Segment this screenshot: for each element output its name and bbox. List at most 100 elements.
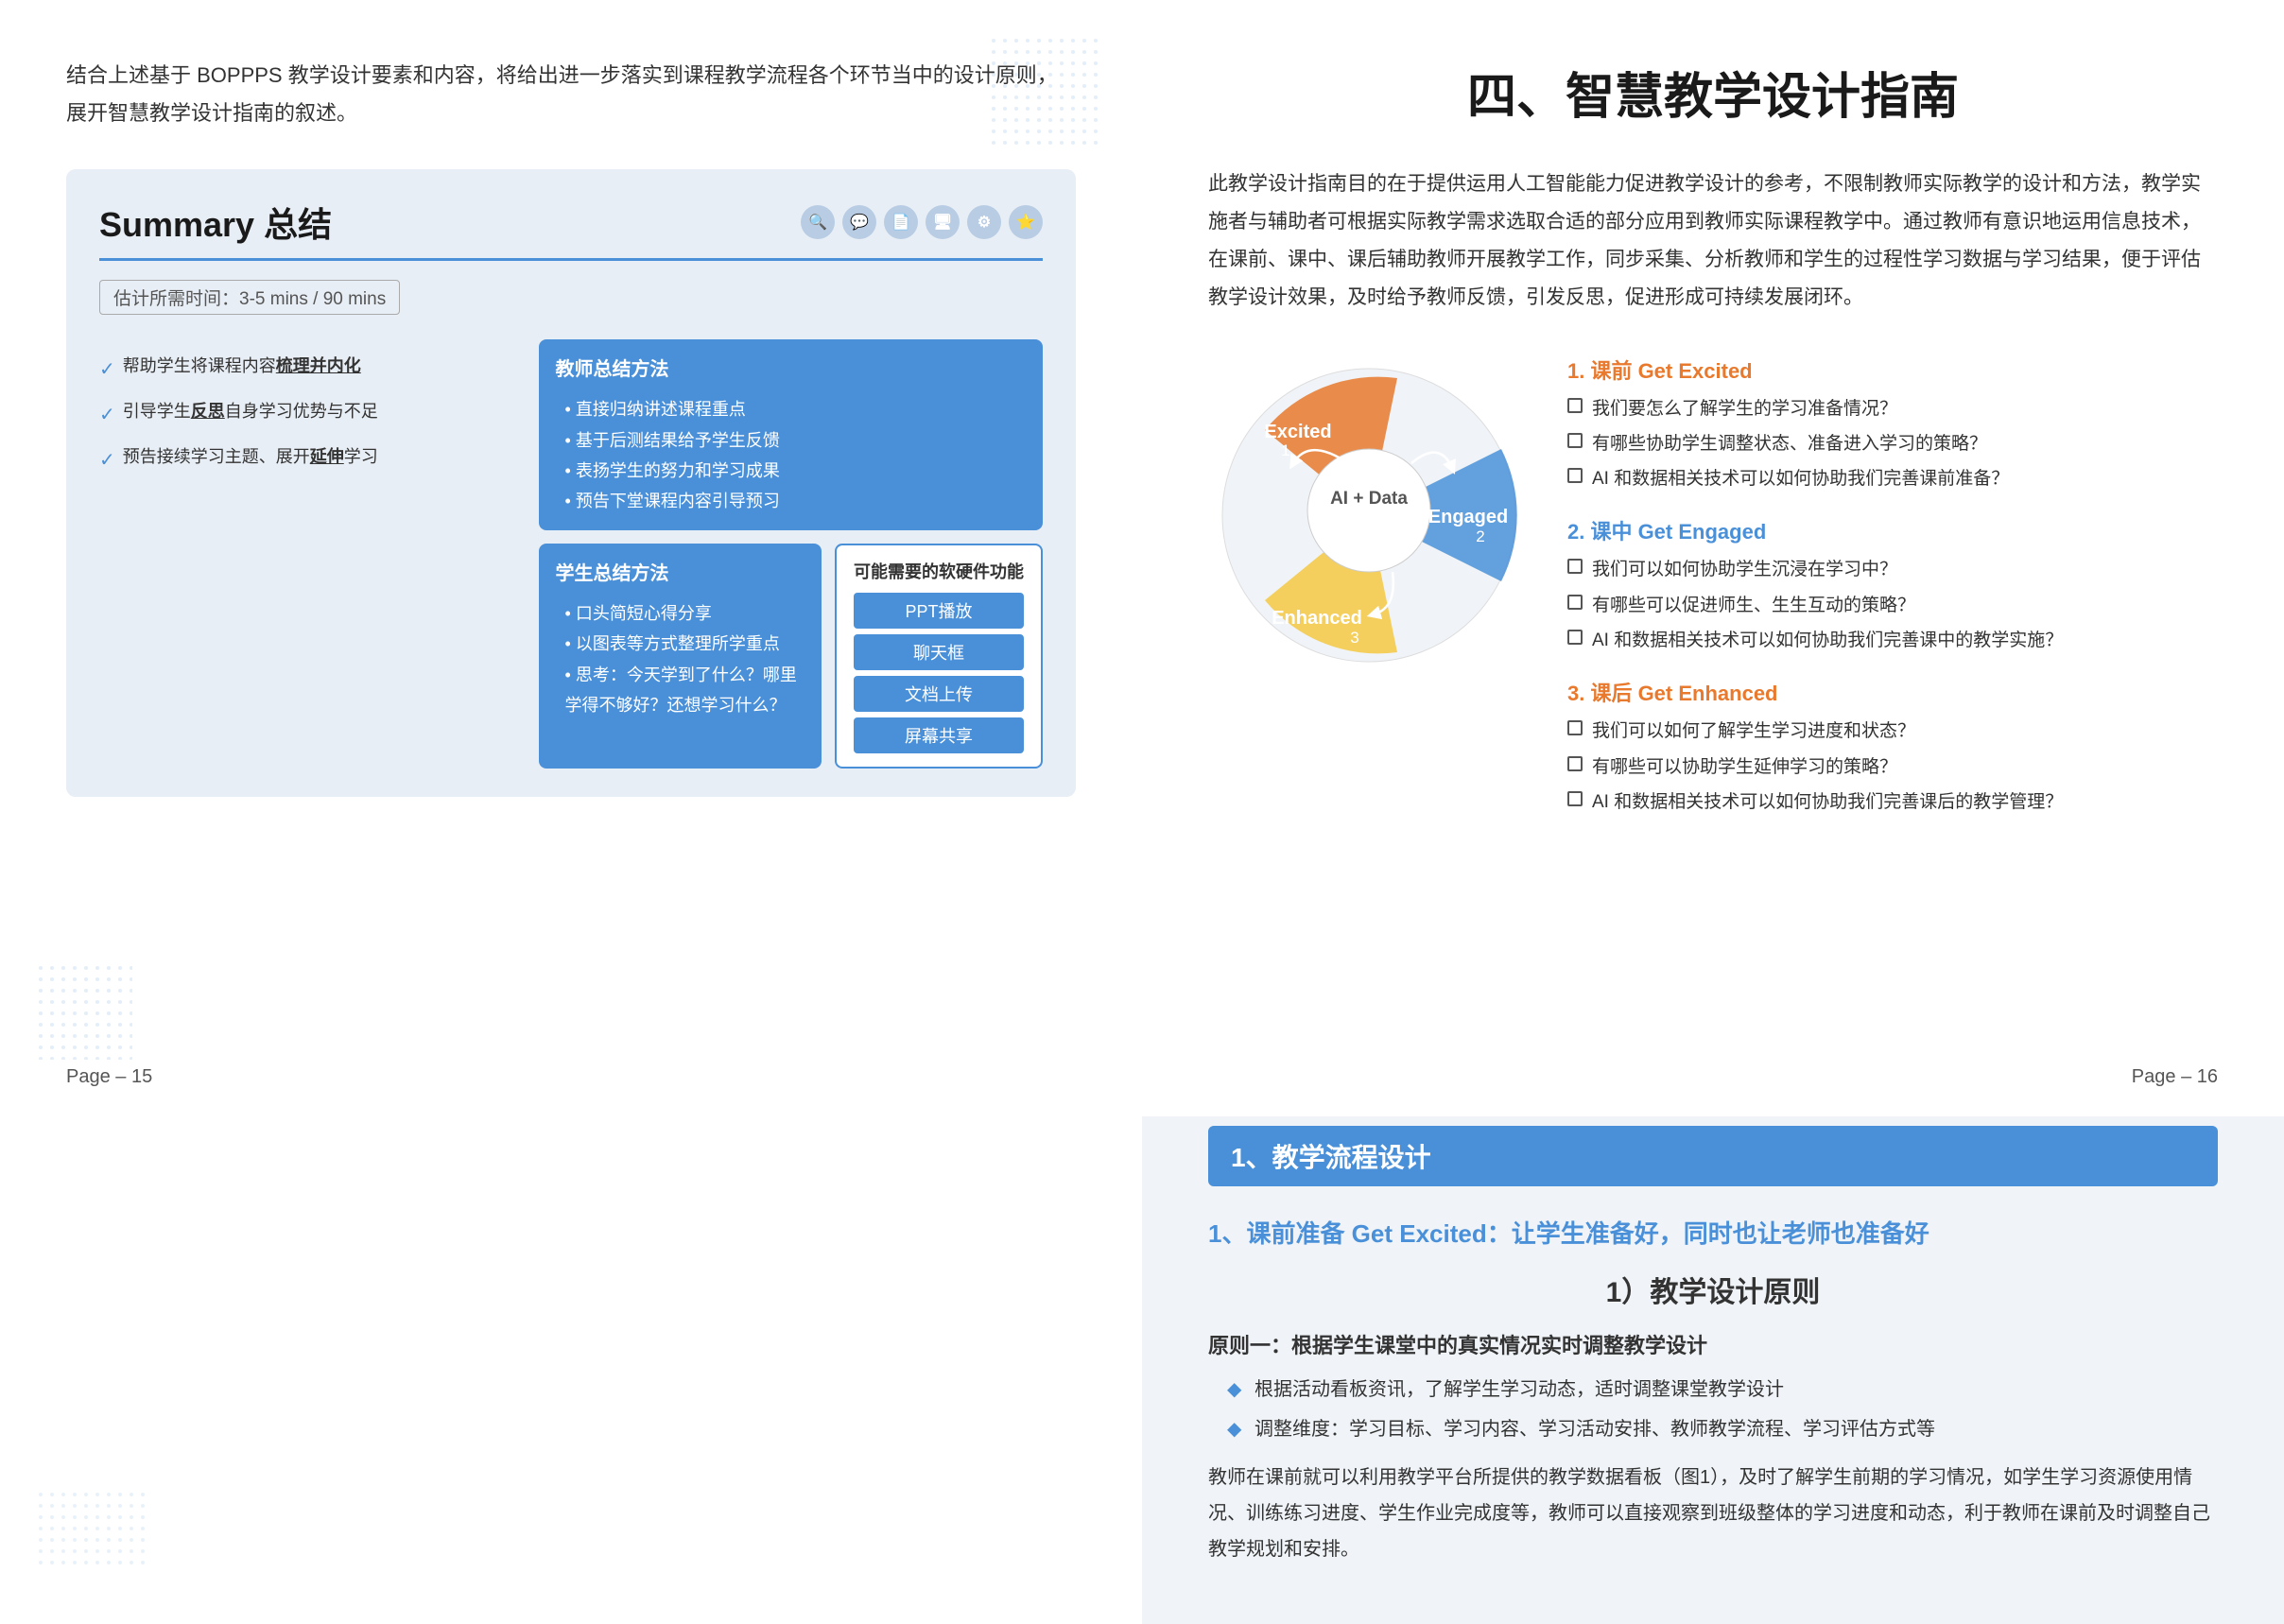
svg-text:Enhanced: Enhanced xyxy=(1272,608,1362,629)
software-items: PPT播放 聊天框 文档上传 屏幕共享 xyxy=(854,593,1024,753)
page-number-15: Page – 15 xyxy=(66,1066,152,1088)
check-item-1: ✓ 帮助学生将课程内容梳理并内化 xyxy=(99,349,520,389)
teacher-item-3: 表扬学生的努力和学习成果 xyxy=(565,456,1026,486)
teacher-item-2: 基于后测结果给予学生反馈 xyxy=(565,425,1026,456)
page-number-16: Page – 16 xyxy=(2132,1066,2218,1088)
section-header: 1、教学流程设计 xyxy=(1208,1126,2218,1186)
principle-title-1: 原则一：根据学生课堂中的真实情况实时调整教学设计 xyxy=(1208,1329,2218,1359)
legend-text-1-3: AI 和数据相关技术可以如何协助我们完善课前准备？ xyxy=(1592,464,2009,494)
legend-text-2-3: AI 和数据相关技术可以如何协助我们完善课中的教学实施？ xyxy=(1592,626,2063,656)
dot-pattern-top xyxy=(991,38,1104,151)
legend-section-3: 3. 课后 Get Enhanced 我们可以如何了解学生学习进度和状态？ 有哪… xyxy=(1567,677,2218,818)
checkbox-2-2 xyxy=(1567,595,1583,610)
check-text-2: 引导学生反思自身学习优势与不足 xyxy=(123,394,378,428)
bottom-left xyxy=(0,1116,1142,1624)
bottom-right-section: 1、教学流程设计 1、课前准备 Get Excited：让学生准备好，同时也让老… xyxy=(1142,1116,2284,1624)
subsection-label: 1、课前准备 Get Excited：让学生准备好，同时也让老师也准备好 xyxy=(1208,1219,1929,1248)
checkbox-3-2 xyxy=(1567,756,1583,771)
software-title: 可能需要的软硬件功能 xyxy=(854,559,1024,583)
software-chat: 聊天框 xyxy=(854,634,1024,670)
diagram-svg: Excited 1 Engaged 2 Enhanced 3 AI + Data xyxy=(1208,354,1530,676)
legend-title-3: 3. 课后 Get Enhanced xyxy=(1567,677,2218,707)
legend-text-2-1: 我们可以如何协助学生沉浸在学习中？ xyxy=(1592,555,1897,585)
svg-text:AI + Data: AI + Data xyxy=(1330,489,1408,509)
icon-star: ⭐ xyxy=(1009,205,1043,239)
principle-point-2-text: 调整维度：学习目标、学习内容、学习活动安排、教师教学流程、学习评估方式等 xyxy=(1254,1419,1935,1440)
svg-text:3: 3 xyxy=(1350,629,1358,647)
check-text-1: 帮助学生将课程内容梳理并内化 xyxy=(123,349,361,383)
summary-title-text: Summary 总结 xyxy=(99,198,332,247)
legend-section-2: 2. 课中 Get Engaged 我们可以如何协助学生沉浸在学习中？ 有哪些可… xyxy=(1567,515,2218,656)
page-15: 结合上述基于 BOPPPS 教学设计要素和内容，将给出进一步落实到课程教学流程各… xyxy=(0,0,1142,1116)
svg-text:2: 2 xyxy=(1476,527,1484,545)
legend-title-2: 2. 课中 Get Engaged xyxy=(1567,515,2218,545)
teacher-method-list: 直接归纳讲述课程重点 基于后测结果给予学生反馈 表扬学生的努力和学习成果 预告下… xyxy=(556,394,1026,517)
legend-title-1: 1. 课前 Get Excited xyxy=(1567,354,2218,385)
icon-chat: 💬 xyxy=(842,205,876,239)
centered-subtitle: 1）教学设计原则 xyxy=(1208,1269,2218,1310)
summary-content: ✓ 帮助学生将课程内容梳理并内化 ✓ 引导学生反思自身学习优势与不足 ✓ 预告接… xyxy=(99,339,1043,769)
right-intro-text: 此教学设计指南目的在于提供运用人工智能能力促进教学设计的参考，不限制教师实际教学… xyxy=(1208,165,2218,317)
legend-item-3-2: 有哪些可以协助学生延伸学习的策略？ xyxy=(1567,752,2218,783)
teacher-method-box: 教师总结方法 直接归纳讲述课程重点 基于后测结果给予学生反馈 表扬学生的努力和学… xyxy=(539,339,1043,530)
principle-point-1: 根据活动看板资讯，了解学生学习动态，适时调整课堂教学设计 xyxy=(1208,1373,2218,1407)
subsection-title: 1、课前准备 Get Excited：让学生准备好，同时也让老师也准备好 xyxy=(1208,1215,2218,1250)
checkbox-3-1 xyxy=(1567,720,1583,735)
page-16: 四、智慧教学设计指南 此教学设计指南目的在于提供运用人工智能能力促进教学设计的参… xyxy=(1142,0,2284,1116)
student-method-list: 口头简短心得分享 以图表等方式整理所学重点 思考：今天学到了什么？哪里学得不够好… xyxy=(556,598,805,721)
student-method-title: 学生总结方法 xyxy=(556,557,805,591)
student-method-box: 学生总结方法 口头简短心得分享 以图表等方式整理所学重点 思考：今天学到了什么？… xyxy=(539,544,822,769)
software-doc: 文档上传 xyxy=(854,676,1024,712)
checkmark-1: ✓ xyxy=(99,351,115,389)
legend-text-1-2: 有哪些协助学生调整状态、准备进入学习的策略？ xyxy=(1592,429,1987,459)
principle-point-1-text: 根据活动看板资讯，了解学生学习动态，适时调整课堂教学设计 xyxy=(1254,1379,1784,1400)
checkbox-1-3 xyxy=(1567,468,1583,483)
checkmark-2: ✓ xyxy=(99,396,115,434)
svg-text:Engaged: Engaged xyxy=(1428,507,1508,527)
summary-box: Summary 总结 🔍 💬 📄 🖥 ⚙ ⭐ 估计所需时间：3-5 mins /… xyxy=(66,169,1076,797)
legend-section-1: 1. 课前 Get Excited 我们要怎么了解学生的学习准备情况？ 有哪些协… xyxy=(1567,354,2218,495)
teacher-item-1: 直接归纳讲述课程重点 xyxy=(565,394,1026,424)
legend-item-1-3: AI 和数据相关技术可以如何协助我们完善课前准备？ xyxy=(1567,464,2218,494)
right-panels: 教师总结方法 直接归纳讲述课程重点 基于后测结果给予学生反馈 表扬学生的努力和学… xyxy=(539,339,1043,769)
right-page-title: 四、智慧教学设计指南 xyxy=(1208,57,2218,128)
software-ppt: PPT播放 xyxy=(854,593,1024,629)
legend-item-2-3: AI 和数据相关技术可以如何协助我们完善课中的教学实施？ xyxy=(1567,626,2218,656)
checkbox-2-1 xyxy=(1567,559,1583,574)
checkbox-1-1 xyxy=(1567,398,1583,413)
circle-diagram: Excited 1 Engaged 2 Enhanced 3 AI + Data xyxy=(1208,354,1530,676)
summary-icons: 🔍 💬 📄 🖥 ⚙ ⭐ xyxy=(801,205,1043,239)
software-box: 可能需要的软硬件功能 PPT播放 聊天框 文档上传 屏幕共享 xyxy=(835,544,1043,769)
teacher-item-4: 预告下堂课程内容引导预习 xyxy=(565,486,1026,516)
diagram-legend: 1. 课前 Get Excited 我们要怎么了解学生的学习准备情况？ 有哪些协… xyxy=(1567,354,2218,839)
legend-item-1-1: 我们要怎么了解学生的学习准备情况？ xyxy=(1567,394,2218,424)
summary-left-panel: ✓ 帮助学生将课程内容梳理并内化 ✓ 引导学生反思自身学习优势与不足 ✓ 预告接… xyxy=(99,339,520,769)
legend-item-3-3: AI 和数据相关技术可以如何协助我们完善课后的教学管理？ xyxy=(1567,787,2218,818)
summary-title-row: Summary 总结 🔍 💬 📄 🖥 ⚙ ⭐ xyxy=(99,198,1043,261)
summary-time: 估计所需时间：3-5 mins / 90 mins xyxy=(99,280,400,315)
student-item-2: 以图表等方式整理所学重点 xyxy=(565,629,805,659)
bottom-section: 1、教学流程设计 1、课前准备 Get Excited：让学生准备好，同时也让老… xyxy=(0,1116,2284,1624)
student-item-3: 思考：今天学到了什么？哪里学得不够好？还想学习什么？ xyxy=(565,660,805,721)
check-item-3: ✓ 预告接续学习主题、展开延伸学习 xyxy=(99,440,520,479)
left-intro-text: 结合上述基于 BOPPPS 教学设计要素和内容，将给出进一步落实到课程教学流程各… xyxy=(66,57,1076,131)
checkmark-3: ✓ xyxy=(99,441,115,479)
checkbox-1-2 xyxy=(1567,433,1583,448)
principle-point-2: 调整维度：学习目标、学习内容、学习活动安排、教师教学流程、学习评估方式等 xyxy=(1208,1412,2218,1446)
dot-pattern-bl xyxy=(38,1492,151,1567)
icon-settings: ⚙ xyxy=(967,205,1001,239)
legend-item-3-1: 我们可以如何了解学生学习进度和状态？ xyxy=(1567,717,2218,747)
legend-item-2-2: 有哪些可以促进师生、生生互动的策略？ xyxy=(1567,591,2218,621)
software-screen: 屏幕共享 xyxy=(854,717,1024,753)
icon-screen: 🖥 xyxy=(926,205,960,239)
legend-text-3-3: AI 和数据相关技术可以如何协助我们完善课后的教学管理？ xyxy=(1592,787,2063,818)
legend-text-2-2: 有哪些可以促进师生、生生互动的策略？ xyxy=(1592,591,1915,621)
diagram-section: Excited 1 Engaged 2 Enhanced 3 AI + Data xyxy=(1208,354,2218,839)
dot-pattern-bottom xyxy=(38,965,132,1060)
legend-text-3-1: 我们可以如何了解学生学习进度和状态？ xyxy=(1592,717,1915,747)
checkbox-3-3 xyxy=(1567,791,1583,806)
legend-text-1-1: 我们要怎么了解学生的学习准备情况？ xyxy=(1592,394,1897,424)
svg-text:1: 1 xyxy=(1281,441,1289,459)
svg-text:Excited: Excited xyxy=(1264,422,1331,442)
legend-text-3-2: 有哪些可以协助学生延伸学习的策略？ xyxy=(1592,752,1897,783)
